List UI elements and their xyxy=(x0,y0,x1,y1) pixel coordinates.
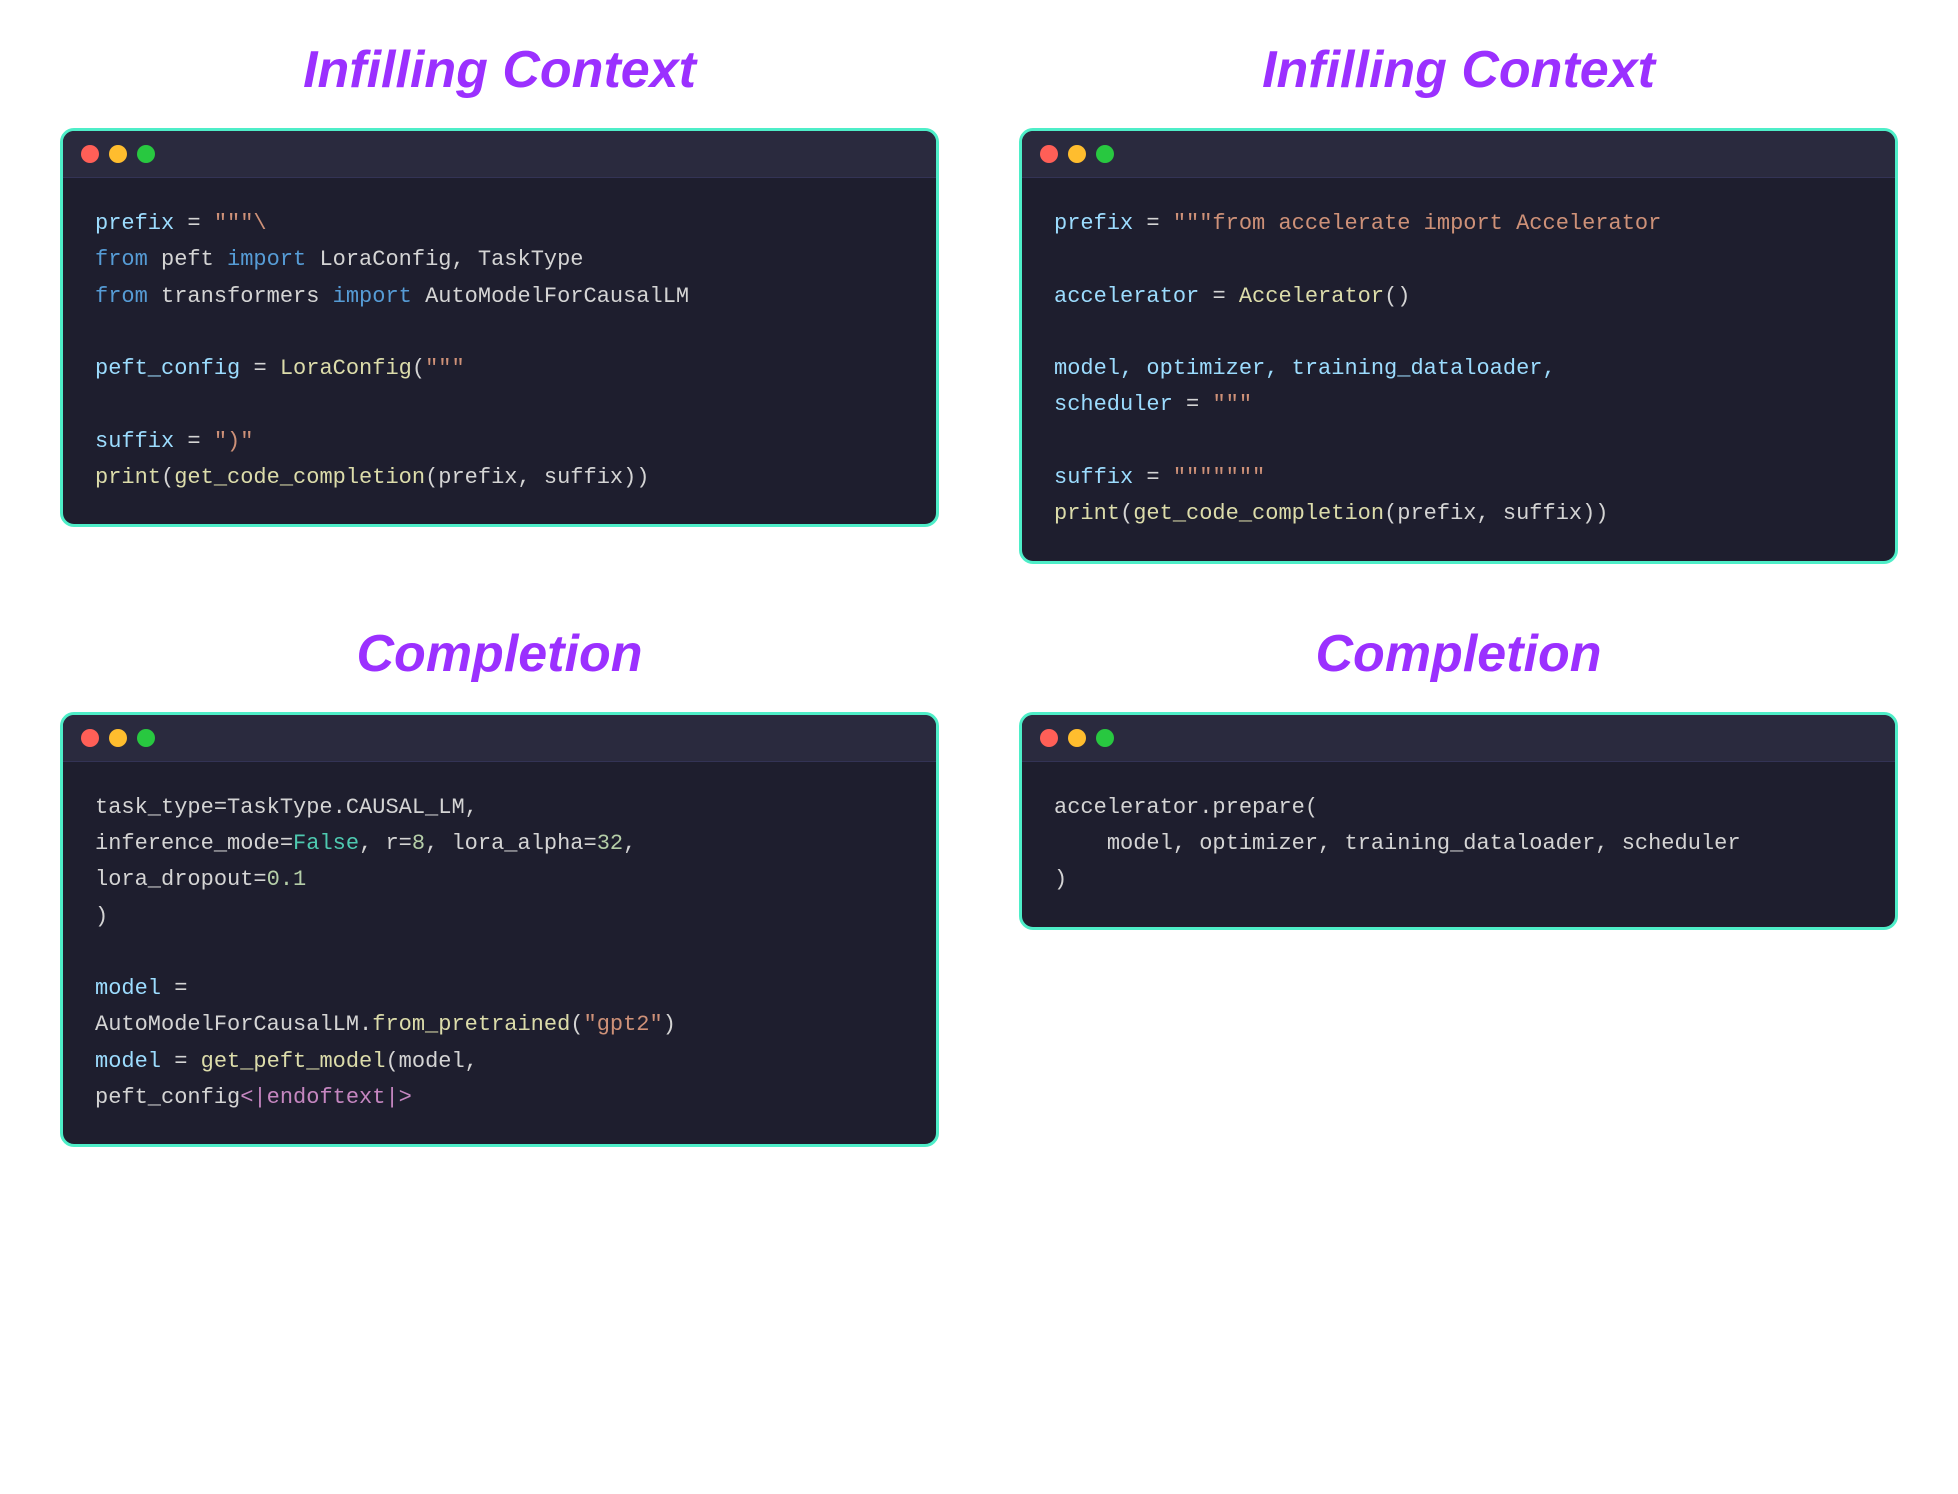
dot-red-bottom-right xyxy=(1040,729,1058,747)
dot-green-bottom-left xyxy=(137,729,155,747)
title-top-right: Infilling Context xyxy=(1262,40,1655,100)
title-top-left: Infilling Context xyxy=(303,40,696,100)
code-window-top-left: prefix = """\ from peft import LoraConfi… xyxy=(60,128,939,527)
title-bottom-right: Completion xyxy=(1316,624,1602,684)
title-bar-bottom-right xyxy=(1022,715,1895,762)
dot-yellow-bottom-right xyxy=(1068,729,1086,747)
code-body-top-left: prefix = """\ from peft import LoraConfi… xyxy=(63,178,936,524)
dot-yellow-top-left xyxy=(109,145,127,163)
panel-bottom-right: Completion accelerator.prepare( model, o… xyxy=(1019,624,1898,1148)
code-window-bottom-left: task_type=TaskType.CAUSAL_LM, inference_… xyxy=(60,712,939,1148)
code-body-bottom-left: task_type=TaskType.CAUSAL_LM, inference_… xyxy=(63,762,936,1145)
panel-top-left: Infilling Context prefix = """\ from pef… xyxy=(60,40,939,564)
title-bar-bottom-left xyxy=(63,715,936,762)
dot-red-top-right xyxy=(1040,145,1058,163)
dot-red-bottom-left xyxy=(81,729,99,747)
code-window-bottom-right: accelerator.prepare( model, optimizer, t… xyxy=(1019,712,1898,930)
dot-green-bottom-right xyxy=(1096,729,1114,747)
title-bar-top-right xyxy=(1022,131,1895,178)
code-window-top-right: prefix = """from accelerate import Accel… xyxy=(1019,128,1898,564)
dot-red-top-left xyxy=(81,145,99,163)
panel-bottom-left: Completion task_type=TaskType.CAUSAL_LM,… xyxy=(60,624,939,1148)
code-body-bottom-right: accelerator.prepare( model, optimizer, t… xyxy=(1022,762,1895,927)
panel-top-right: Infilling Context prefix = """from accel… xyxy=(1019,40,1898,564)
code-body-top-right: prefix = """from accelerate import Accel… xyxy=(1022,178,1895,561)
dot-green-top-left xyxy=(137,145,155,163)
main-grid: Infilling Context prefix = """\ from pef… xyxy=(60,40,1898,1147)
dot-yellow-top-right xyxy=(1068,145,1086,163)
dot-green-top-right xyxy=(1096,145,1114,163)
title-bottom-left: Completion xyxy=(357,624,643,684)
title-bar-top-left xyxy=(63,131,936,178)
dot-yellow-bottom-left xyxy=(109,729,127,747)
